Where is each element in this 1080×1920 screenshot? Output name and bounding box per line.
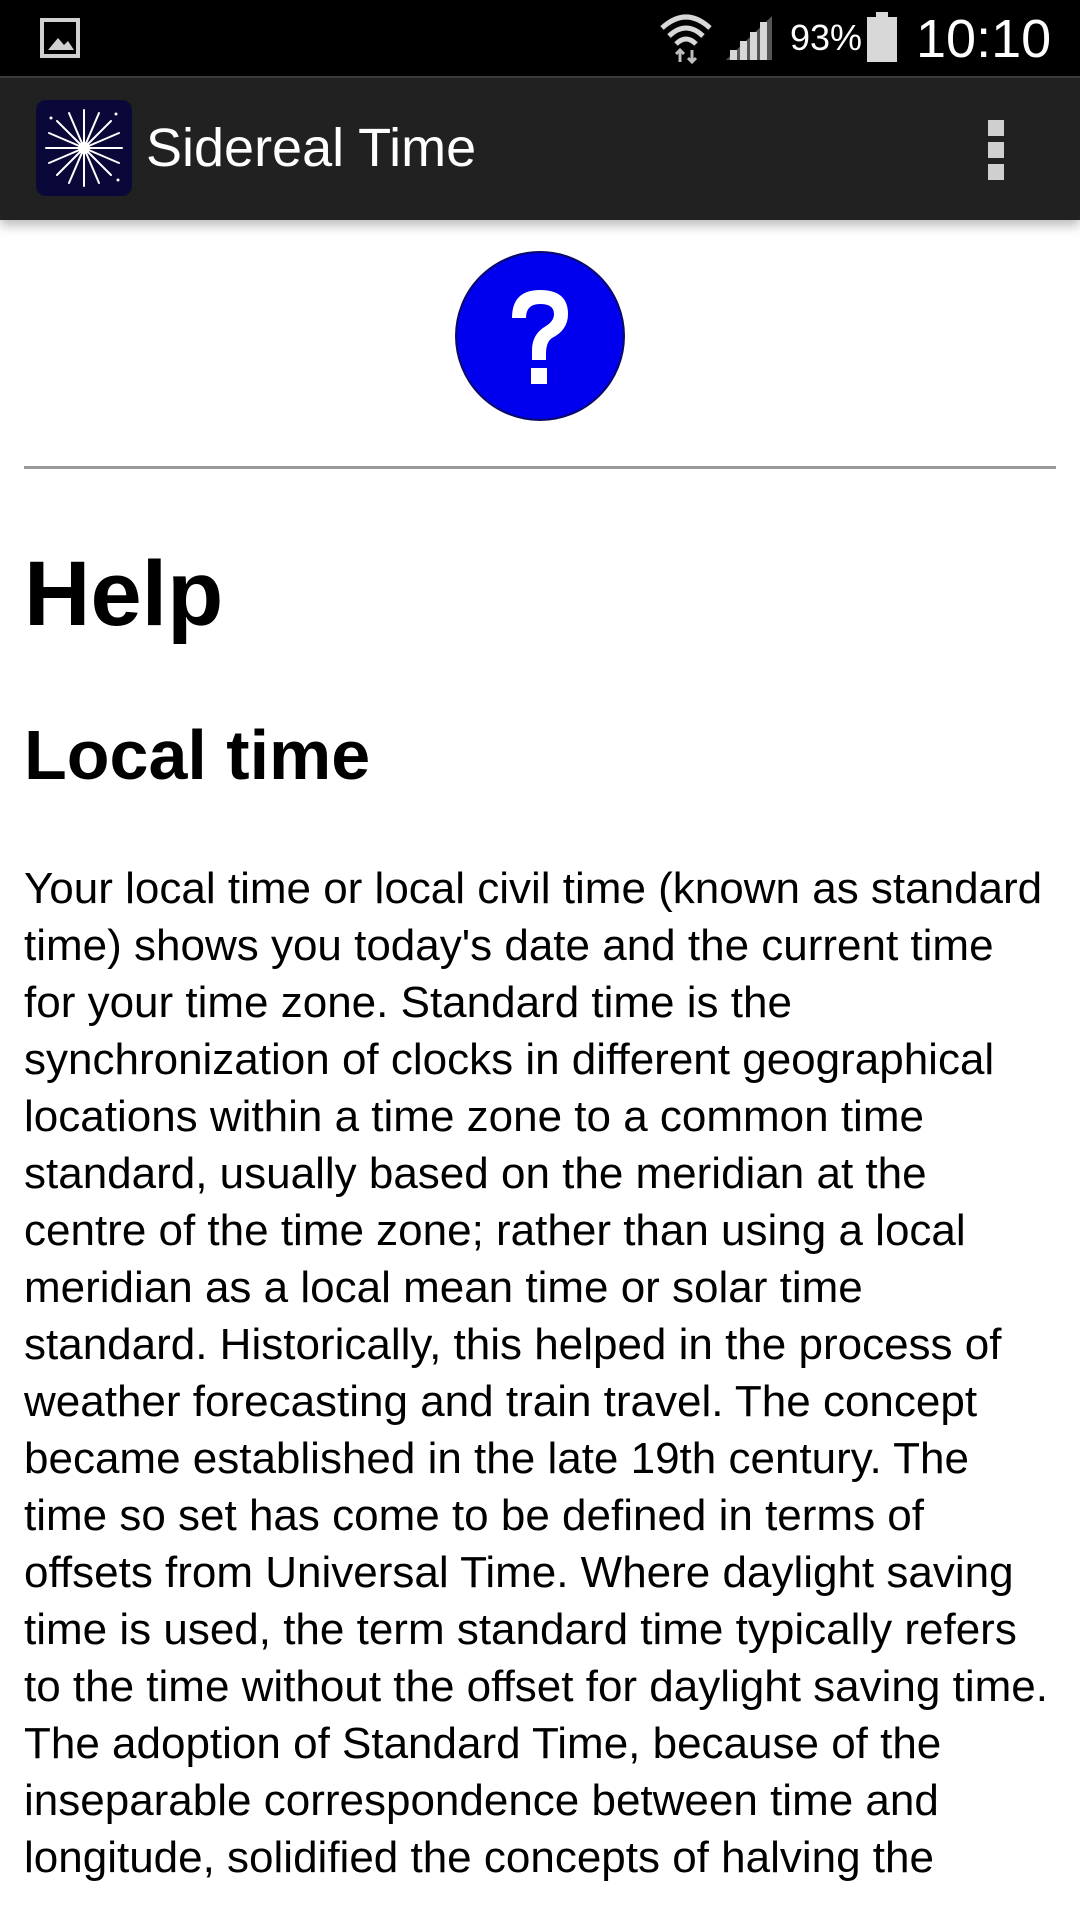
section-title: Local time — [24, 716, 371, 794]
action-bar: Sidereal Time — [0, 76, 1080, 220]
status-bar: 93% 10:10 — [0, 0, 1080, 76]
help-question-icon — [455, 251, 625, 421]
app-title: Sidereal Time — [146, 118, 477, 178]
page-title: Help — [24, 543, 224, 645]
overflow-menu-icon[interactable] — [976, 110, 1016, 190]
battery-percentage: 93% — [790, 17, 863, 58]
divider — [24, 466, 1056, 469]
starburst-app-icon[interactable] — [36, 100, 132, 196]
signal-icon — [726, 16, 772, 60]
status-clock: 10:10 — [916, 9, 1052, 69]
wifi-icon — [660, 14, 712, 64]
help-paragraph: Your local time or local civil time (kno… — [24, 864, 1048, 1882]
battery-icon — [867, 12, 897, 62]
gallery-icon — [40, 18, 80, 58]
